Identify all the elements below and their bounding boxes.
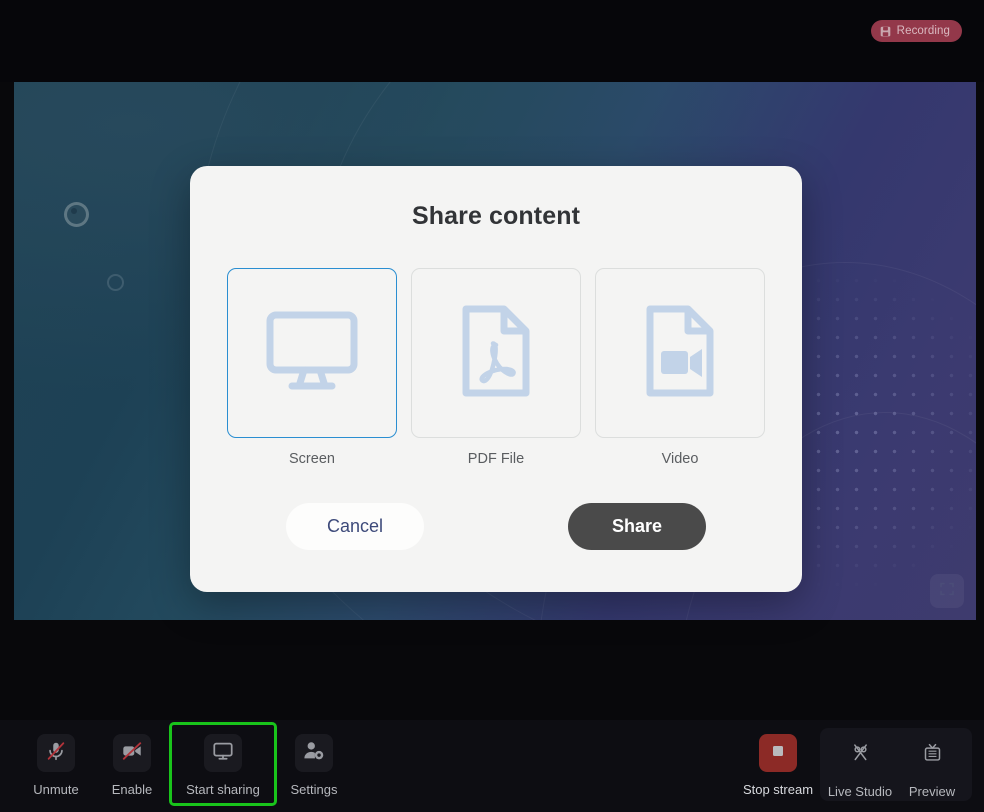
- unmute-button-icon-box: [37, 734, 75, 772]
- enable-camera-button-icon-box: [113, 734, 151, 772]
- record-save-icon: [880, 26, 891, 37]
- app-window: Recording Share content Screen PDF File …: [0, 0, 984, 812]
- person-gear-icon: [303, 740, 325, 767]
- cancel-button[interactable]: Cancel: [286, 503, 424, 550]
- share-option-screen-label: Screen: [289, 451, 335, 467]
- live-studio-button-label: Live Studio: [827, 784, 893, 799]
- preview-button-label: Preview: [908, 784, 956, 799]
- share-option-video-card[interactable]: [595, 268, 765, 438]
- start-sharing-button[interactable]: Start sharing: [169, 722, 277, 806]
- settings-button[interactable]: Settings: [278, 728, 350, 803]
- microphone-off-icon: [45, 740, 67, 767]
- share-option-screen-card[interactable]: [227, 268, 397, 438]
- enable-camera-button[interactable]: Enable: [96, 728, 168, 803]
- dialog-actions: Cancel Share: [190, 503, 802, 550]
- share-option-pdf[interactable]: PDF File: [411, 268, 581, 467]
- fullscreen-button[interactable]: [930, 574, 964, 608]
- scissors-icon: [850, 742, 871, 768]
- stop-stream-button[interactable]: Stop stream: [742, 728, 814, 797]
- pdf-file-icon: [456, 303, 536, 404]
- monitor-icon: [212, 740, 234, 767]
- enable-camera-button-label: Enable: [111, 782, 153, 797]
- settings-button-icon-box: [295, 734, 333, 772]
- stop-square-icon: [770, 743, 786, 764]
- bottom-toolbar: Unmute Enable Start sharing Settings Sto…: [0, 720, 984, 812]
- bottom-toolbar-right-group: Stop stream Live Studio Preview: [742, 728, 972, 801]
- preview-button[interactable]: Preview: [896, 730, 968, 799]
- live-studio-button-icon-box: [841, 736, 879, 774]
- studio-preview-group: Live Studio Preview: [820, 728, 972, 801]
- unmute-button[interactable]: Unmute: [20, 728, 92, 803]
- live-studio-button[interactable]: Live Studio: [824, 730, 896, 799]
- recording-label: Recording: [896, 25, 950, 37]
- share-option-video[interactable]: Video: [595, 268, 765, 467]
- video-file-icon: [640, 303, 720, 404]
- top-bar: Recording: [0, 0, 984, 82]
- start-sharing-button-label: Start sharing: [186, 782, 260, 797]
- recording-badge: Recording: [870, 20, 962, 42]
- share-button[interactable]: Share: [568, 503, 706, 550]
- share-option-pdf-label: PDF File: [467, 451, 525, 467]
- share-option-screen[interactable]: Screen: [227, 268, 397, 467]
- tv-icon: [922, 742, 943, 768]
- share-content-dialog: Share content Screen PDF File Video Canc…: [190, 166, 802, 592]
- stop-stream-button-label: Stop stream: [742, 782, 814, 797]
- bottom-toolbar-left-group: Unmute Enable Start sharing Settings: [20, 722, 350, 806]
- settings-button-label: Settings: [290, 782, 338, 797]
- start-sharing-button-icon-box: [204, 734, 242, 772]
- fullscreen-icon: [939, 581, 955, 602]
- stop-stream-button-icon-box: [759, 734, 797, 772]
- monitor-icon: [264, 307, 360, 400]
- preview-button-icon-box: [913, 736, 951, 774]
- share-option-pdf-card[interactable]: [411, 268, 581, 438]
- decorative-circle: [107, 274, 124, 291]
- unmute-button-label: Unmute: [33, 782, 79, 797]
- share-option-video-label: Video: [661, 451, 699, 467]
- share-options-list: Screen PDF File Video: [190, 268, 802, 467]
- camera-off-icon: [121, 740, 143, 767]
- dialog-title: Share content: [412, 202, 580, 230]
- decorative-circle: [64, 202, 89, 227]
